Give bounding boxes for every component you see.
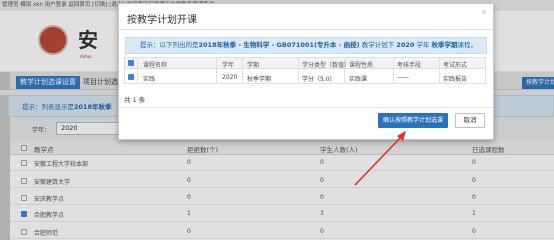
course-exam-form: 实践报告 — [443, 76, 468, 83]
confirm-plan-course-button[interactable]: 确认按照教学计划选课 — [378, 113, 448, 128]
course-nature: 实践课 — [349, 76, 368, 83]
col-assessment: 考核手段 — [397, 62, 422, 69]
modal-title: 按教学计划开课 — [127, 15, 197, 26]
modal-row-checkbox[interactable] — [128, 74, 134, 80]
col-year: 学年 — [222, 62, 235, 69]
modal-footer-divider — [119, 107, 493, 108]
modal-hint: 提示：以下列出的是2018年秋季 - 生物科学 - GB071001(专升本 -… — [125, 37, 487, 54]
course-name: 实践 — [143, 76, 156, 83]
col-divider — [216, 57, 217, 84]
modal-select-all-checkbox[interactable] — [128, 60, 134, 66]
course-year: 2020 — [222, 74, 238, 81]
cancel-button[interactable]: 取消 — [455, 113, 485, 128]
modal-divider — [119, 29, 493, 30]
col-credit-type: 学分类型（数值） — [302, 62, 351, 69]
col-divider — [137, 57, 138, 84]
course-credit: 学分（5.0） — [302, 76, 336, 83]
close-icon[interactable]: × — [481, 8, 487, 16]
col-course-name: 课程名称 — [143, 62, 168, 69]
col-term: 学期 — [247, 62, 260, 69]
col-divider — [439, 57, 440, 84]
course-assessment: —— — [397, 74, 409, 81]
col-divider — [393, 57, 394, 84]
col-exam-form: 考试形式 — [443, 62, 468, 69]
col-divider — [298, 57, 299, 84]
course-term: 秋季学期 — [247, 76, 272, 83]
col-course-nature: 课程性质 — [349, 62, 374, 69]
record-count: 共 1 条 — [124, 96, 146, 104]
col-divider — [242, 57, 243, 84]
